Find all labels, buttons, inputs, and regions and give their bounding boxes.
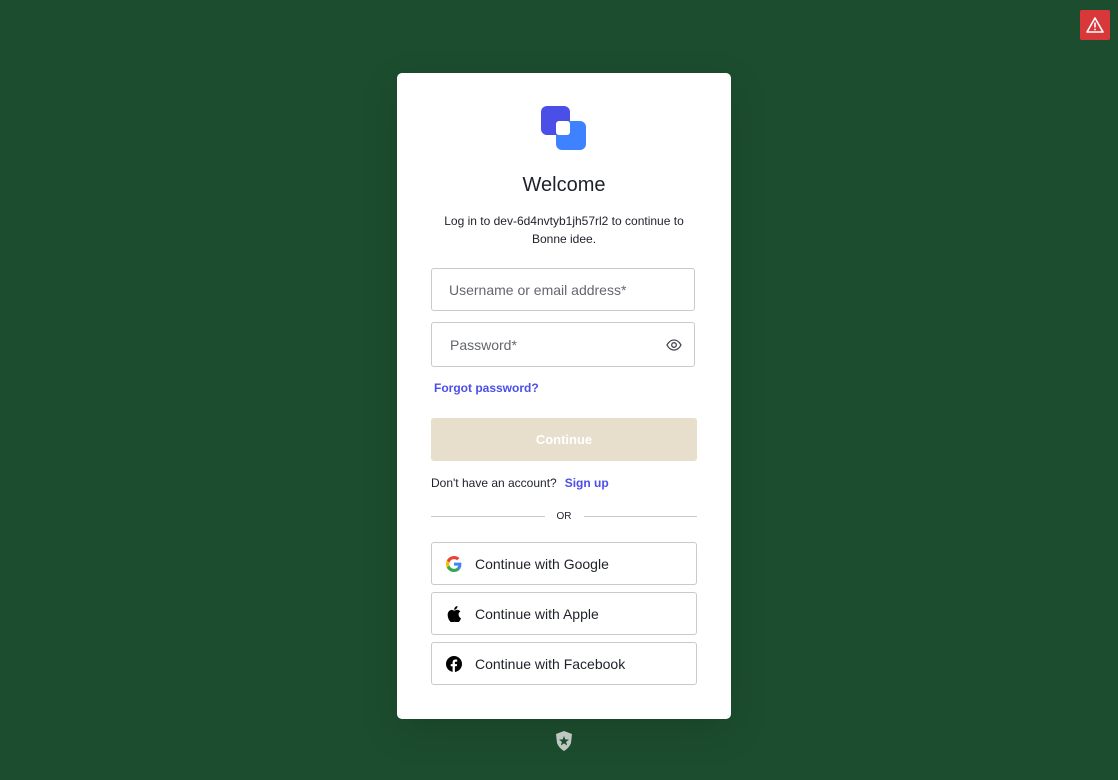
continue-button[interactable]: Continue [431, 418, 697, 461]
username-field[interactable]: Username or email address* [431, 268, 695, 311]
or-divider: OR [431, 509, 697, 523]
divider-line-left [431, 515, 545, 517]
continue-with-google-button[interactable]: Continue with Google [431, 542, 697, 585]
continue-with-facebook-button[interactable]: Continue with Facebook [431, 642, 697, 685]
forgot-password-link[interactable]: Forgot password? [434, 381, 539, 395]
app-logo-icon [541, 106, 586, 150]
facebook-icon [446, 655, 462, 672]
eye-icon [666, 338, 682, 351]
page-title: Welcome [522, 174, 606, 196]
password-placeholder: Password* [450, 336, 517, 353]
signup-row: Don't have an account? Sign up [431, 476, 609, 490]
warning-triangle-icon [1086, 17, 1104, 33]
apple-icon [446, 605, 462, 622]
show-password-button[interactable] [654, 323, 694, 366]
google-icon [446, 555, 462, 572]
divider-line-right [583, 515, 697, 517]
username-placeholder: Username or email address* [449, 281, 627, 298]
login-card: Welcome Log in to dev-6d4nvtyb1jh57rl2 t… [397, 73, 731, 719]
google-button-label: Continue with Google [475, 555, 609, 572]
auth-badge-icon [556, 731, 572, 751]
login-subtitle: Log in to dev-6d4nvtyb1jh57rl2 to contin… [444, 214, 684, 246]
apple-button-label: Continue with Apple [475, 605, 599, 622]
signup-link[interactable]: Sign up [565, 476, 609, 490]
continue-with-apple-button[interactable]: Continue with Apple [431, 592, 697, 635]
divider-text: OR [556, 510, 572, 522]
password-field[interactable]: Password* [431, 322, 695, 367]
facebook-button-label: Continue with Facebook [475, 655, 626, 672]
warning-button[interactable] [1080, 10, 1110, 40]
no-account-text: Don't have an account? [431, 476, 557, 490]
